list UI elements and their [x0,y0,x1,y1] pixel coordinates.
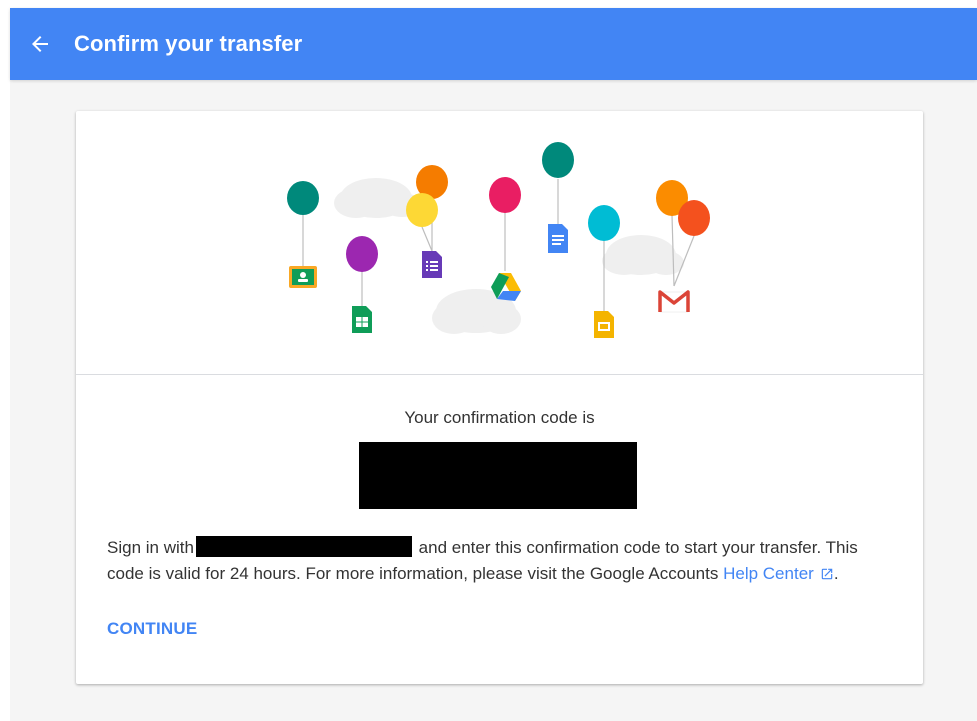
balloon [678,200,710,236]
back-button[interactable] [22,26,58,62]
page-title: Confirm your transfer [74,31,303,56]
balloon [588,205,620,241]
slides-icon [594,311,614,338]
confirmation-code-label: Your confirmation code is [404,408,595,427]
account-email-redacted [195,536,412,557]
confirmation-code-redacted [359,442,637,509]
instructions-prefix: Sign in with [107,538,194,557]
transfer-card: Your confirmation code is Sign in with a… [76,111,923,684]
cloud-shape [602,235,684,275]
balloons-illustration [287,142,710,338]
open-in-new-icon [821,568,833,580]
balloon [346,236,378,272]
instructions-end: . [833,564,839,583]
balloon [287,181,319,215]
divider [76,374,923,375]
continue-button[interactable]: CONTINUE [107,619,197,639]
help-center-link[interactable]: Help Center [723,564,834,583]
balloon [406,193,438,227]
help-center-link-label: Help Center [723,564,814,583]
app-bar: Confirm your transfer [10,8,977,80]
balloon [542,142,574,178]
arrow-back-icon [32,36,48,52]
classroom-icon [289,266,317,288]
balloon [489,177,521,213]
forms-icon [422,251,442,278]
instructions-text: Sign in with and enter this confirmation… [107,535,897,587]
sheets-icon [352,306,372,333]
docs-icon [548,224,568,253]
gmail-icon [658,290,690,313]
